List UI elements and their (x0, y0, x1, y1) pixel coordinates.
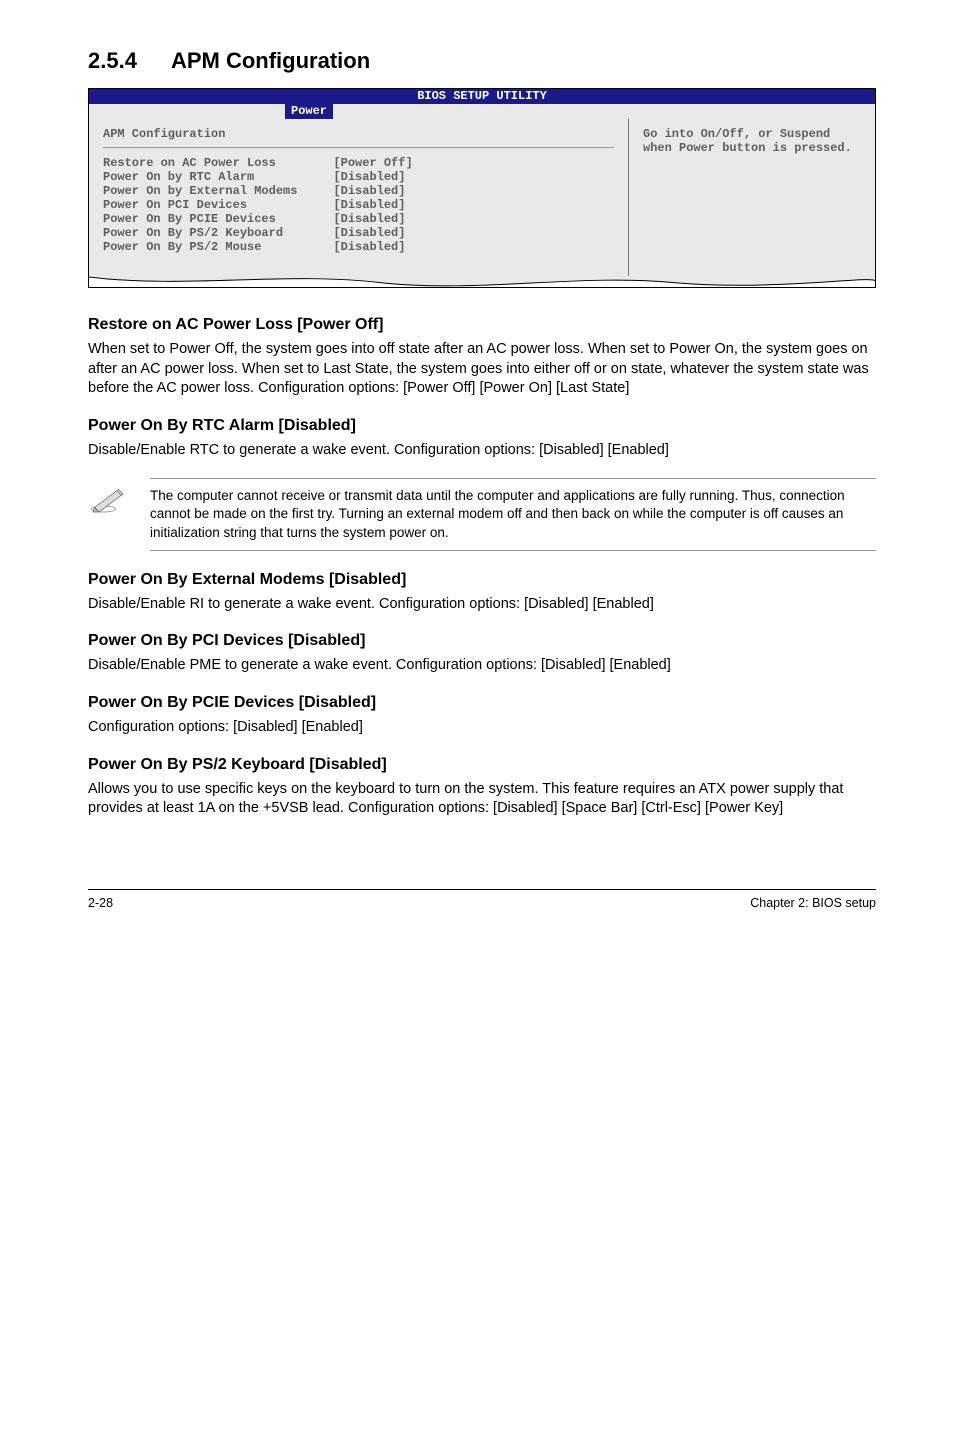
pencil-note-icon (90, 478, 126, 519)
subsection-heading: Power On By External Modems [Disabled] (88, 571, 876, 589)
subsection-body: Disable/Enable PME to generate a wake ev… (88, 656, 876, 676)
bios-header: BIOS SETUP UTILITY (89, 89, 875, 104)
subsection-body: Allows you to use specific keys on the k… (88, 780, 876, 819)
bios-config-row: Power On By PS/2 Keyboard [Disabled] (103, 226, 614, 240)
page-number: 2-28 (88, 896, 113, 910)
bios-config-row: Power On By PS/2 Mouse [Disabled] (103, 240, 614, 254)
section-heading: 2.5.4 APM Configuration (88, 48, 876, 74)
bios-pane-title: APM Configuration (103, 127, 614, 141)
note-text: The computer cannot receive or transmit … (150, 478, 876, 551)
bios-torn-edge (89, 275, 875, 287)
subsection-heading: Power On By PS/2 Keyboard [Disabled] (88, 756, 876, 774)
subsection-body: Disable/Enable RI to generate a wake eve… (88, 595, 876, 615)
page-footer: 2-28 Chapter 2: BIOS setup (88, 889, 876, 910)
chapter-label: Chapter 2: BIOS setup (750, 896, 876, 910)
bios-header-title: BIOS SETUP UTILITY (417, 89, 547, 104)
bios-config-row: Power On PCI Devices [Disabled] (103, 198, 614, 212)
subsection-heading: Power On By RTC Alarm [Disabled] (88, 417, 876, 435)
section-number: 2.5.4 (88, 48, 137, 74)
subsection-body: When set to Power Off, the system goes i… (88, 340, 876, 399)
bios-config-row: Restore on AC Power Loss [Power Off] (103, 156, 614, 170)
bios-help-pane: Go into On/Off, or Suspend when Power bu… (629, 119, 875, 276)
bios-panel: BIOS SETUP UTILITY Power APM Configurati… (88, 88, 876, 288)
subsection-body: Disable/Enable RTC to generate a wake ev… (88, 441, 876, 461)
subsection-heading: Restore on AC Power Loss [Power Off] (88, 316, 876, 334)
bios-config-row: Power On by RTC Alarm [Disabled] (103, 170, 614, 184)
subsection-heading: Power On By PCI Devices [Disabled] (88, 632, 876, 650)
subsection-heading: Power On By PCIE Devices [Disabled] (88, 694, 876, 712)
bios-config-row: Power On By PCIE Devices [Disabled] (103, 212, 614, 226)
bios-config-row: Power On by External Modems [Disabled] (103, 184, 614, 198)
bios-divider (103, 147, 614, 148)
section-title: APM Configuration (171, 48, 370, 73)
bios-tab-power: Power (285, 104, 333, 119)
subsection-body: Configuration options: [Disabled] [Enabl… (88, 718, 876, 738)
bios-left-pane: APM Configuration Restore on AC Power Lo… (89, 119, 629, 276)
note-block: The computer cannot receive or transmit … (88, 478, 876, 551)
